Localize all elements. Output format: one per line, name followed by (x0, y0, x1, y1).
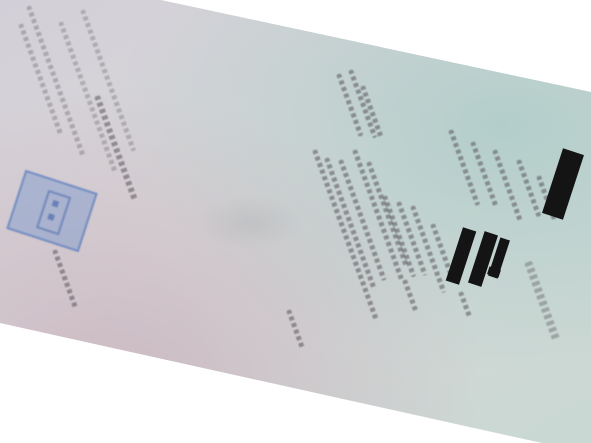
body-text-column (324, 157, 377, 291)
field-text-column (448, 129, 481, 207)
number-column (458, 291, 473, 320)
seal-emblem (36, 189, 72, 236)
photo-scene (0, 0, 591, 443)
field-text-column (516, 159, 542, 218)
footer-column (52, 249, 79, 310)
document-sheet (0, 0, 591, 443)
number-column (402, 279, 419, 313)
edge-text-column (26, 5, 86, 158)
official-seal-stamp (6, 169, 98, 253)
document-title-column (524, 260, 560, 341)
body-text-column (336, 73, 364, 137)
redaction-bar-name (542, 148, 584, 220)
number-column (286, 309, 305, 349)
body-text-column (348, 69, 378, 139)
edge-text-column (58, 21, 118, 174)
